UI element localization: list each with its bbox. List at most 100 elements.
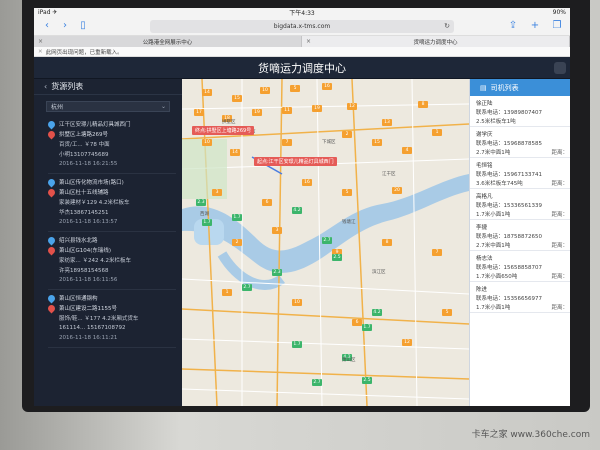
cargo-marker[interactable]: 7	[432, 249, 442, 256]
back-icon[interactable]: ‹	[40, 19, 54, 33]
url-bar[interactable]: bigdata.x-tms.com ↻	[150, 19, 454, 33]
driver-distance: 距离：	[551, 242, 568, 249]
cargo-marker[interactable]: 11	[282, 107, 292, 114]
cargo-marker[interactable]: 20	[392, 187, 402, 194]
new-tab-icon[interactable]: +	[528, 19, 542, 33]
truck-marker[interactable]: 4.2	[372, 309, 382, 316]
cargo-time: 2016-11-18 16:11:56	[59, 277, 118, 283]
origin-pin-icon	[46, 119, 57, 129]
cargo-marker[interactable]: 10	[292, 299, 302, 306]
cargo-marker[interactable]: 17	[194, 109, 204, 116]
cargo-marker[interactable]: 10	[202, 139, 212, 146]
origin-callout[interactable]: 起点:江干区安璟儿精品灯具城西门	[254, 157, 337, 166]
cargo-marker[interactable]: 6	[352, 319, 362, 326]
cargo-marker[interactable]: 7	[282, 139, 292, 146]
truck-marker[interactable]: 4.2	[292, 207, 302, 214]
truck-marker[interactable]: 2.7	[322, 237, 332, 244]
notice-text: 此网页出现问题，已重新载入。	[45, 49, 123, 56]
cargo-marker[interactable]: 5	[442, 309, 452, 316]
truck-marker[interactable]: 2.7	[242, 284, 252, 291]
driver-phone: 联系电话：18758872650	[476, 233, 542, 240]
driver-name: 毛恒铭	[476, 162, 493, 169]
cargo-marker[interactable]: 12	[402, 339, 412, 346]
driver-item[interactable]: 徐正陆 联系电话：13989807407 2.5米栏板车1吨	[470, 96, 570, 127]
cargo-marker[interactable]: 19	[252, 109, 262, 116]
cargo-marker[interactable]: 14	[202, 89, 212, 96]
cargo-marker[interactable]: 15	[372, 139, 382, 146]
forward-icon[interactable]: ›	[58, 19, 72, 33]
truck-marker[interactable]: 2.7	[312, 379, 322, 386]
share-icon[interactable]: ⇪	[506, 19, 520, 33]
cargo-marker[interactable]: 1	[432, 129, 442, 136]
close-icon[interactable]: ✕	[38, 49, 43, 55]
map-view[interactable]: 14 15 10 5 16 17 18 19 11 19 12 13 8 10 14 7 2 15 4 1 3 6 16 5 2…	[182, 79, 469, 406]
driver-list: 徐正陆 联系电话：13989807407 2.5米栏板车1吨 谢学庆 联系电话：1596…	[470, 96, 570, 313]
browser-toolbar: ‹ › ▯ bigdata.x-tms.com ↻ ⇪ + ❐	[34, 17, 570, 36]
map-place-label: 江干区	[382, 172, 396, 177]
cargo-marker[interactable]: 6	[262, 199, 272, 206]
cargo-item[interactable]: 绍兴县钱水北路 萧山区G104(东瑞线) 家纺家... ￥242 4.2米栏板车 许亮…	[46, 232, 176, 290]
cargo-marker[interactable]: 2	[342, 131, 352, 138]
driver-item[interactable]: 李捷 联系电话：18758872650 2.7米中面1吨 距离：	[470, 220, 570, 251]
cargo-marker[interactable]: 8	[382, 239, 392, 246]
cargo-marker[interactable]: 8	[418, 101, 428, 108]
driver-item[interactable]: 杨志法 联系电话：15658858707 1.7米小面650吨 距离：	[470, 251, 570, 282]
cargo-marker[interactable]: 5	[342, 189, 352, 196]
status-battery: 90%	[552, 9, 566, 16]
truck-marker[interactable]: 1.7	[362, 324, 372, 331]
cargo-marker[interactable]: 14	[230, 149, 240, 156]
ipad-screen: iPad ✈ 下午4:33 90% ‹ › ▯ bigdata.x-tms.co…	[34, 8, 570, 406]
driver-panel-header[interactable]: ▤ 司机列表	[470, 79, 570, 96]
close-icon[interactable]: ×	[38, 38, 43, 45]
truck-marker[interactable]: 2.5	[362, 377, 372, 384]
driver-phone: 联系电话：15356656977	[476, 295, 542, 302]
city-select[interactable]: 杭州 ⌄	[46, 101, 170, 112]
cargo-panel-header[interactable]: ‹ 货源列表	[34, 79, 182, 95]
cargo-marker[interactable]: 16	[302, 179, 312, 186]
cargo-marker[interactable]: 2	[232, 239, 242, 246]
truck-marker[interactable]: 2.3	[196, 199, 206, 206]
driver-name: 高格凡	[476, 193, 493, 200]
cargo-marker[interactable]: 12	[347, 103, 357, 110]
cargo-marker[interactable]: 16	[322, 83, 332, 90]
cargo-marker[interactable]: 10	[260, 87, 270, 94]
cargo-marker[interactable]: 1	[222, 289, 232, 296]
cargo-info: 家装建材￥129 4.2米栏板车	[59, 200, 130, 206]
truck-marker[interactable]: 2.3	[272, 269, 282, 276]
cargo-item[interactable]: 萧山区传化物流市场(路口) 萧山区杜十五线辅路 家装建材￥129 4.2米栏板车 华杰…	[46, 174, 176, 232]
map-place-label: 下城区	[322, 140, 336, 145]
tabs-icon[interactable]: ❐	[550, 19, 564, 33]
fullscreen-icon[interactable]	[554, 62, 566, 74]
cargo-marker[interactable]: 5	[290, 85, 300, 92]
bookmarks-icon[interactable]: ▯	[76, 19, 90, 33]
truck-marker[interactable]: 2.5	[332, 254, 342, 261]
chevron-left-icon[interactable]: ‹	[44, 82, 47, 91]
driver-phone: 联系电话：15968878585	[476, 140, 542, 147]
driver-item[interactable]: 谢学庆 联系电话：15968878585 2.7米中面1吨 距离：	[470, 127, 570, 158]
cargo-marker[interactable]: 3	[272, 227, 282, 234]
reload-icon[interactable]: ↻	[444, 22, 450, 30]
driver-item[interactable]: 高格凡 联系电话：15336561339 1.7米小面1吨 距离：	[470, 189, 570, 220]
cargo-marker[interactable]: 15	[232, 95, 242, 102]
cargo-item[interactable]: 萧山区恒通钢构 萧山区建设二路1155号 服饰/鞋... ￥177 4.2米厢式货车…	[46, 290, 176, 348]
close-icon[interactable]: ×	[306, 38, 311, 45]
cargo-marker[interactable]: 19	[312, 105, 322, 112]
driver-vehicle-row: 1.7米小面650吨 距离：	[476, 271, 570, 280]
tab-dispatch[interactable]: × 货嘀运力调度中心	[302, 36, 570, 47]
truck-marker[interactable]: 1.7	[292, 341, 302, 348]
destination-row: 萧山区G104(东瑞线)	[46, 245, 176, 255]
truck-marker[interactable]: 1.7	[202, 219, 212, 226]
map-place-label: 西湖	[200, 212, 209, 217]
cargo-marker[interactable]: 3	[212, 189, 222, 196]
driver-item[interactable]: 毛恒铭 联系电话：15967133741 3.6米栏板车745吨 距离：	[470, 158, 570, 189]
driver-phone: 联系电话：15967133741	[476, 171, 542, 178]
tab-platform[interactable]: × 公路港全网展示中心	[34, 36, 302, 47]
truck-marker[interactable]: 1.7	[232, 214, 242, 221]
destination-callout[interactable]: 终点:拱墅区上塘路269号	[192, 126, 255, 135]
chevron-down-icon: ⌄	[160, 103, 166, 110]
driver-item[interactable]: 陈进 联系电话：15356656977 1.7米小面1吨 距离：	[470, 282, 570, 313]
cargo-marker[interactable]: 13	[382, 119, 392, 126]
cargo-item[interactable]: 江干区安璟儿精品灯具城西门 拱墅区上塘路269号 百货/工... ￥78 中面 小明1…	[46, 116, 176, 174]
cargo-marker[interactable]: 4	[402, 147, 412, 154]
driver-vehicle: 1.7米小面1吨	[476, 211, 511, 218]
